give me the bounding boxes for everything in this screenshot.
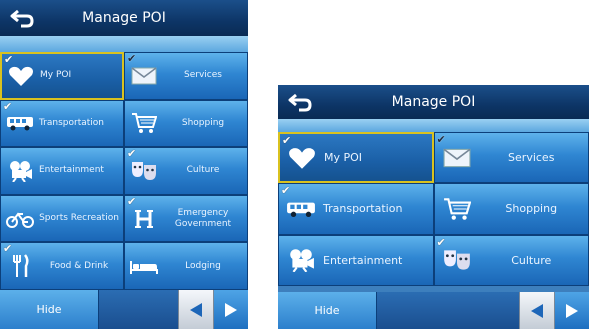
tile-services[interactable]: ✔ Services xyxy=(433,132,589,184)
tile-label: Culture xyxy=(186,165,220,176)
poi-category-grid: ✔ My POI ✔ Services ✔ Transportation Sho… xyxy=(0,52,248,290)
checkmark-icon: ✔ xyxy=(4,53,14,66)
tile-transportation[interactable]: ✔ Transportation xyxy=(0,99,124,148)
title-bar: Manage POI xyxy=(0,0,248,36)
page-title: Manage POI xyxy=(82,10,166,26)
checkmark-icon: ✔ xyxy=(3,242,13,256)
header-stripe xyxy=(278,119,589,132)
previous-page-button[interactable] xyxy=(178,290,213,329)
next-page-button[interactable] xyxy=(554,292,589,329)
back-arrow-icon xyxy=(288,93,312,112)
tile-shopping[interactable]: Shopping xyxy=(433,183,589,235)
back-button[interactable] xyxy=(278,85,322,119)
checkmark-icon: ✔ xyxy=(127,147,137,161)
tile-label: Services xyxy=(508,151,555,165)
bottom-toolbar: Hide xyxy=(0,290,248,329)
masks-icon xyxy=(443,250,470,270)
tile-label: Entertainment xyxy=(323,253,403,267)
tile-my-poi[interactable]: ✔ My POI xyxy=(0,52,124,100)
hospital-icon xyxy=(135,209,153,228)
cart-icon xyxy=(132,113,157,134)
triangle-right-icon xyxy=(566,303,578,318)
tile-label: Lodging xyxy=(185,260,221,271)
envelope-icon xyxy=(131,67,157,85)
tile-emergency-government[interactable]: ✔ Emergency Government xyxy=(124,194,248,243)
back-arrow-icon xyxy=(10,9,34,28)
hide-button[interactable]: Hide xyxy=(0,290,99,329)
checkmark-icon: ✔ xyxy=(436,133,446,146)
checkmark-icon: ✔ xyxy=(127,52,137,65)
tile-food-drink[interactable]: ✔ Food & Drink xyxy=(0,242,124,290)
next-page-button[interactable] xyxy=(213,290,248,329)
bottom-toolbar: Hide xyxy=(278,292,589,329)
bus-icon xyxy=(287,202,315,218)
bus-icon xyxy=(7,117,33,131)
triangle-left-icon xyxy=(531,303,543,318)
tile-lodging[interactable]: Lodging xyxy=(124,242,248,290)
triangle-right-icon xyxy=(225,302,237,317)
poi-category-grid: ✔ My POI ✔ Services ✔ Transportation Sho… xyxy=(278,132,589,286)
heart-icon xyxy=(9,66,33,86)
envelope-icon xyxy=(443,148,470,167)
tile-label: Shopping xyxy=(181,117,225,128)
checkmark-icon: ✔ xyxy=(436,235,446,249)
tile-entertainment[interactable]: Entertainment xyxy=(278,234,434,286)
tile-label: Shopping xyxy=(505,202,558,216)
poi-screen-small: Manage POI ✔ My POI ✔ Services ✔ Transpo… xyxy=(278,85,589,329)
tile-my-poi[interactable]: ✔ My POI xyxy=(278,132,434,184)
masks-icon xyxy=(132,161,156,180)
tile-label: Emergency Government xyxy=(174,207,232,229)
triangle-left-icon xyxy=(190,302,202,317)
tile-entertainment[interactable]: Entertainment xyxy=(0,147,124,195)
back-button[interactable] xyxy=(0,0,44,36)
film-projector-icon xyxy=(10,160,32,182)
tile-label: Entertainment xyxy=(39,165,104,176)
film-projector-icon xyxy=(290,249,314,273)
tile-label: My POI xyxy=(324,151,363,165)
tile-label: Culture xyxy=(511,253,552,267)
header-stripe xyxy=(0,36,248,52)
tile-label: Transportation xyxy=(39,117,104,128)
tile-shopping[interactable]: Shopping xyxy=(124,99,248,148)
tile-label: Food & Drink xyxy=(49,260,109,271)
cart-icon xyxy=(443,198,471,220)
tile-label: My POI xyxy=(40,70,72,81)
previous-page-button[interactable] xyxy=(519,292,554,329)
tile-services[interactable]: ✔ Services xyxy=(124,52,248,100)
checkmark-icon: ✔ xyxy=(282,134,292,147)
bed-icon xyxy=(130,261,158,275)
checkmark-icon: ✔ xyxy=(281,184,291,198)
checkmark-icon: ✔ xyxy=(127,194,137,208)
tile-transportation[interactable]: ✔ Transportation xyxy=(278,183,434,235)
title-bar: Manage POI xyxy=(278,85,589,119)
tile-label: Transportation xyxy=(323,202,403,216)
tile-sports-recreation[interactable]: Sports Recreation xyxy=(0,194,124,243)
tile-culture[interactable]: ✔ Culture xyxy=(433,234,589,286)
checkmark-icon: ✔ xyxy=(3,99,13,113)
poi-screen-large: Manage POI ✔ My POI ✔ Services ✔ Transpo… xyxy=(0,0,248,329)
bicycle-icon xyxy=(6,211,34,228)
page-title: Manage POI xyxy=(391,94,476,110)
tile-label: Services xyxy=(184,70,222,81)
tile-label: Sports Recreation xyxy=(39,213,119,224)
heart-icon xyxy=(289,147,315,169)
fork-knife-icon xyxy=(13,254,29,278)
tile-culture[interactable]: ✔ Culture xyxy=(124,147,248,195)
hide-button[interactable]: Hide xyxy=(278,292,377,329)
